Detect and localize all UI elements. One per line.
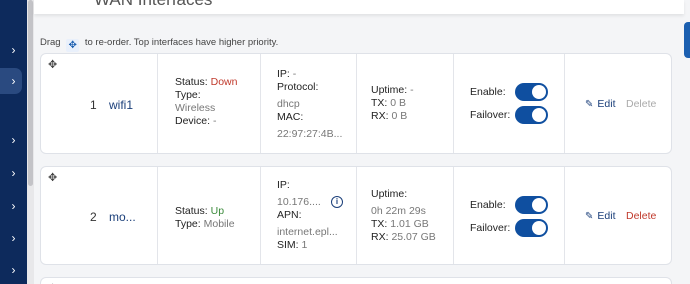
sidebar-chevron-icon[interactable]: › — [0, 196, 27, 216]
status-cell: Status: Down Type: Wireless Device: - — [157, 54, 260, 153]
interface-name-link[interactable]: mo... — [109, 210, 136, 224]
interface-card: ✥ 2 mo... Status: Up Type: Mobile IP: 10… — [40, 166, 672, 265]
tx-label: TX: — [371, 97, 388, 109]
status-value: Down — [210, 76, 238, 88]
interface-card: ✥ 1 wifi1 Status: Down Type: Wireless De… — [40, 53, 672, 154]
actions-cell: ✎ Edit Delete — [564, 54, 673, 153]
edit-button[interactable]: ✎ Edit — [585, 210, 615, 223]
delete-button[interactable]: Delete — [626, 210, 656, 223]
actions-cell: ✎ Edit Delete — [564, 167, 673, 264]
protocol-label: Protocol: — [277, 81, 319, 93]
sidebar-chevron-icon[interactable]: › — [0, 260, 27, 280]
sim-label: SIM: — [277, 239, 299, 251]
sidebar-chevron-icon[interactable]: › — [0, 40, 27, 60]
rx-label: RX: — [371, 110, 389, 122]
ip-value: 10.176.... — [277, 196, 321, 208]
enable-label: Enable: — [470, 86, 506, 98]
uptime-label: Uptime: — [371, 188, 408, 200]
ip-label: IP: — [277, 68, 290, 80]
floating-side-button[interactable] — [684, 22, 690, 58]
drag-move-icon: ✥ — [66, 39, 80, 52]
delete-button[interactable]: Delete — [626, 98, 656, 111]
network-cell: IP: 10.176.... APN: internet.epl... SIM:… — [260, 167, 356, 264]
pencil-icon: ✎ — [585, 99, 594, 110]
sim-value: 1 — [301, 239, 308, 251]
failover-toggle[interactable] — [515, 106, 548, 124]
edit-label: Edit — [597, 210, 616, 222]
section-title: WAN Interfaces — [94, 0, 212, 10]
network-cell: IP: - Protocol: dhcp MAC: 22:97:27:4B... — [260, 54, 356, 153]
type-label: Type: — [175, 89, 201, 101]
interface-name-link[interactable]: wifi1 — [109, 98, 133, 112]
ip-label: IP: — [277, 179, 290, 191]
rx-value: 0 B — [391, 110, 408, 122]
type-value: Mobile — [203, 218, 235, 230]
reorder-hint: Drag ✥ to re-order. Top interfaces have … — [40, 37, 278, 52]
drag-handle-icon[interactable]: ✥ — [48, 171, 57, 184]
uptime-value: 0h 22m 29s — [371, 205, 426, 217]
edit-label: Edit — [597, 98, 616, 110]
enable-toggle[interactable] — [515, 83, 548, 101]
apn-value: internet.epl... — [277, 226, 338, 238]
rx-label: RX: — [371, 231, 389, 243]
hint-text-before: Drag — [40, 37, 61, 48]
type-value: Wireless — [175, 102, 216, 114]
tx-label: TX: — [371, 218, 388, 230]
status-value: Up — [210, 205, 225, 217]
status-label: Status: — [175, 205, 208, 217]
toggles-cell: Enable: Failover: — [453, 167, 564, 264]
tx-value: 0 B — [390, 97, 407, 109]
sidebar-chevron-icon[interactable]: › — [0, 130, 27, 150]
interface-index: 1 — [90, 98, 97, 112]
device-value: - — [212, 115, 217, 127]
enable-label: Enable: — [470, 199, 506, 211]
uptime-value: - — [410, 84, 414, 96]
tx-value: 1.01 GB — [390, 218, 429, 230]
status-cell: Status: Up Type: Mobile — [157, 167, 260, 264]
pencil-icon: ✎ — [585, 211, 594, 222]
info-icon[interactable]: i — [331, 196, 343, 208]
device-label: Device: — [175, 115, 211, 127]
rx-value: 25.07 GB — [391, 231, 436, 243]
edit-button[interactable]: ✎ Edit — [585, 98, 615, 111]
sidebar-scrollbar-thumb[interactable] — [28, 0, 33, 186]
sidebar-chevron-icon[interactable]: › — [0, 228, 27, 248]
interface-index: 2 — [90, 210, 97, 224]
sidebar: › › › › › › › — [0, 0, 27, 284]
failover-toggle[interactable] — [515, 219, 548, 237]
section-header: WAN Interfaces — [34, 0, 684, 14]
toggles-cell: Enable: Failover: — [453, 54, 564, 153]
enable-toggle[interactable] — [515, 196, 548, 214]
apn-label: APN: — [277, 209, 302, 221]
traffic-cell: Uptime: - TX: 0 B RX: 0 B — [356, 54, 453, 153]
type-label: Type: — [175, 218, 201, 230]
mac-label: MAC: — [277, 111, 304, 123]
hint-text-after: to re-order. Top interfaces have higher … — [84, 37, 279, 48]
ip-value: - — [292, 68, 297, 80]
traffic-cell: Uptime: 0h 22m 29s TX: 1.01 GB RX: 25.07… — [356, 167, 453, 264]
status-label: Status: — [175, 76, 208, 88]
drag-handle-icon[interactable]: ✥ — [48, 58, 57, 71]
mac-value: 22:97:27:4B... — [277, 128, 343, 140]
protocol-value: dhcp — [277, 98, 300, 110]
interface-card: ✥ — [40, 277, 672, 284]
sidebar-chevron-icon[interactable]: › — [0, 163, 27, 183]
failover-label: Failover: — [470, 109, 511, 121]
uptime-label: Uptime: — [371, 84, 408, 96]
sidebar-chevron-icon[interactable]: › — [0, 71, 27, 91]
failover-label: Failover: — [470, 222, 511, 234]
